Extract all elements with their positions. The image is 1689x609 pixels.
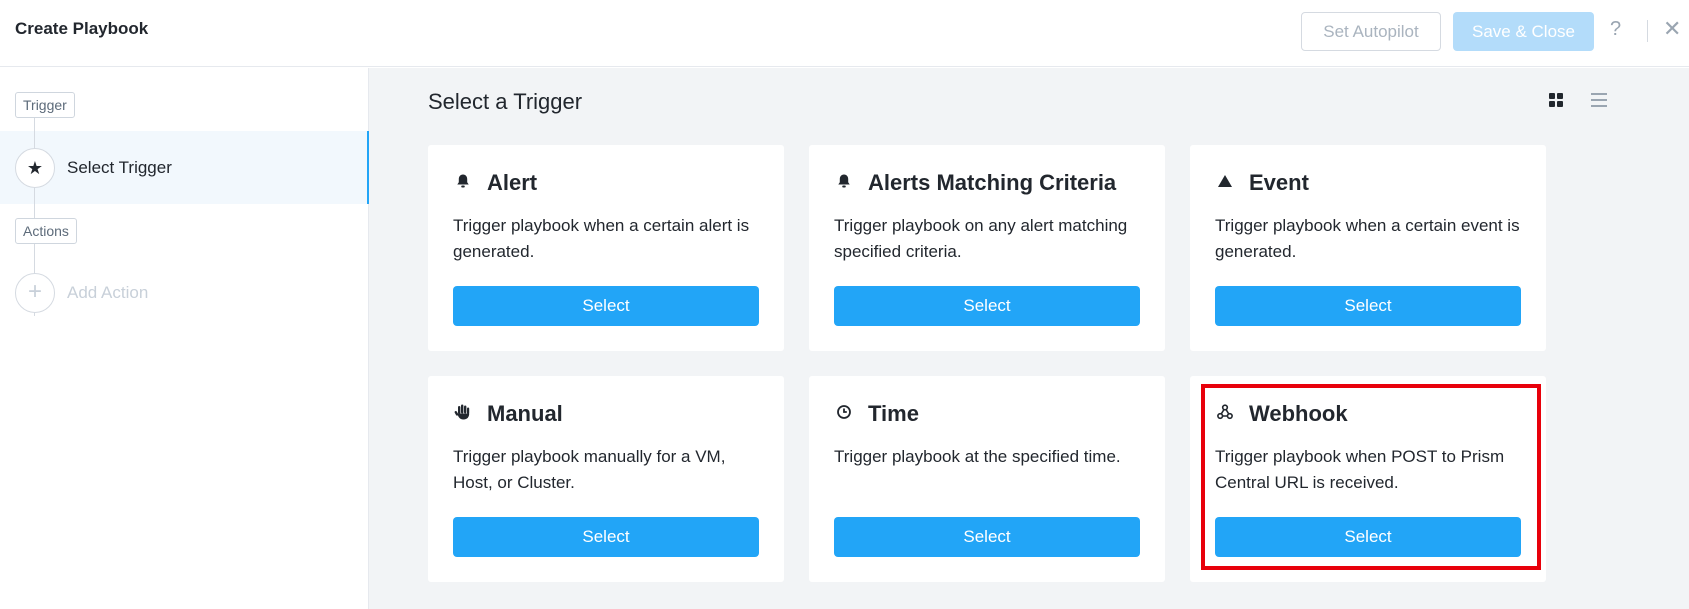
card-title: Alert [487, 170, 538, 195]
select-alert-button[interactable]: Select [453, 286, 759, 326]
select-trigger-step-circle[interactable]: ★ [15, 148, 55, 188]
trigger-card-manual: Manual Trigger playbook manually for a V… [428, 376, 784, 582]
trigger-section-tag: Trigger [15, 92, 75, 118]
trigger-card-alerts-matching-criteria: Alerts Matching Criteria Trigger playboo… [809, 145, 1165, 351]
save-close-button[interactable]: Save & Close [1453, 12, 1594, 51]
card-description: Trigger playbook at the specified time. [834, 447, 1121, 466]
trigger-card-time: Time Trigger playbook at the specified t… [809, 376, 1165, 582]
page-title: Create Playbook [15, 19, 149, 38]
bell-icon [453, 171, 473, 191]
list-view-icon[interactable] [1591, 92, 1607, 108]
card-title: Alerts Matching Criteria [868, 170, 1117, 195]
card-description: Trigger playbook manually for a VM, Host… [453, 447, 726, 492]
top-bar: Create Playbook Set Autopilot Save & Clo… [0, 0, 1689, 67]
card-description: Trigger playbook on any alert matching s… [834, 216, 1128, 261]
close-icon[interactable]: ✕ [1663, 16, 1681, 42]
select-trigger-label[interactable]: Select Trigger [67, 158, 172, 178]
select-manual-button[interactable]: Select [453, 517, 759, 557]
card-title: Webhook [1249, 401, 1348, 426]
star-icon: ★ [26, 158, 44, 178]
select-event-button[interactable]: Select [1215, 286, 1521, 326]
card-description: Trigger playbook when POST to Prism Cent… [1215, 447, 1505, 492]
help-icon[interactable]: ? [1610, 18, 1621, 41]
steps-sidebar: Trigger ★ Select Trigger Actions + Add A… [0, 68, 381, 609]
trigger-card-webhook: Webhook Trigger playbook when POST to Pr… [1190, 376, 1546, 582]
add-action-step-circle[interactable]: + [15, 273, 55, 313]
trigger-card-event: Event Trigger playbook when a certain ev… [1190, 145, 1546, 351]
card-description: Trigger playbook when a certain alert is… [453, 216, 750, 261]
header-divider [1647, 20, 1648, 42]
card-title: Event [1249, 170, 1309, 195]
grid-view-icon[interactable] [1549, 93, 1563, 107]
trigger-card-alert: Alert Trigger playbook when a certain al… [428, 145, 784, 351]
clock-icon [834, 402, 854, 422]
card-title: Manual [487, 401, 563, 426]
bell-icon [834, 171, 854, 191]
set-autopilot-button[interactable]: Set Autopilot [1301, 12, 1441, 51]
webhook-icon [1215, 402, 1235, 422]
add-action-label[interactable]: Add Action [67, 283, 148, 303]
actions-section-tag: Actions [15, 218, 77, 244]
plus-icon: + [27, 278, 42, 305]
section-title: Select a Trigger [428, 89, 583, 114]
select-webhook-button[interactable]: Select [1215, 517, 1521, 557]
trigger-selection-panel: Select a Trigger Alert Trigger playbook … [369, 68, 1689, 609]
select-alerts-matching-criteria-button[interactable]: Select [834, 286, 1140, 326]
card-description: Trigger playbook when a certain event is… [1215, 216, 1520, 261]
hand-icon [453, 402, 473, 422]
step-select-trigger[interactable] [0, 131, 369, 204]
triangle-icon [1215, 171, 1235, 191]
select-time-button[interactable]: Select [834, 517, 1140, 557]
card-title: Time [868, 401, 919, 426]
